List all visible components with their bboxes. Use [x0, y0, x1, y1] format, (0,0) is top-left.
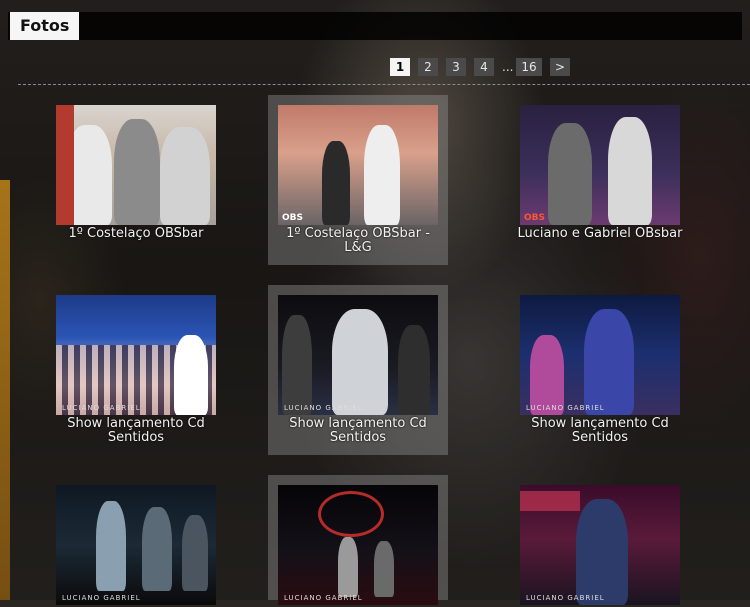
gallery-caption[interactable]: Show lançamento Cd Sentidos	[268, 415, 448, 445]
header-divider	[18, 84, 750, 85]
page-16-button[interactable]: 16	[516, 58, 542, 76]
page-1-button[interactable]: 1	[390, 58, 410, 76]
gallery-thumbnail[interactable]: OBS	[278, 105, 438, 225]
next-page-button[interactable]: >	[550, 58, 570, 76]
gallery-caption[interactable]: 1º Costelaço OBSbar	[46, 225, 226, 241]
gallery-item[interactable]: LUCIANO GABRIEL	[46, 475, 226, 607]
pagination: 1 2 3 4 ... 16 >	[390, 58, 570, 76]
gallery-item[interactable]: 1º Costelaço OBSbar	[46, 95, 226, 241]
gallery-thumbnail[interactable]: LUCIANO GABRIEL	[56, 485, 216, 605]
gallery-thumbnail[interactable]: LUCIANO GABRIEL	[278, 295, 438, 415]
left-edge-decoration	[0, 180, 10, 600]
gallery-thumbnail[interactable]: LUCIANO GABRIEL	[520, 485, 680, 605]
gallery-caption[interactable]: Show lançamento Cd Sentidos	[46, 415, 226, 445]
gallery-item[interactable]: LUCIANO GABRIEL	[510, 475, 690, 607]
page-2-button[interactable]: 2	[418, 58, 438, 76]
page-3-button[interactable]: 3	[446, 58, 466, 76]
gallery-thumbnail[interactable]: LUCIANO GABRIEL	[278, 485, 438, 605]
gallery-item[interactable]: LUCIANO GABRIEL Show lançamento Cd Senti…	[268, 285, 448, 455]
pagination-ellipsis: ...	[502, 60, 514, 74]
gallery-item[interactable]: LUCIANO GABRIEL	[268, 475, 448, 605]
gallery-caption[interactable]: Luciano e Gabriel OBsbar	[510, 225, 690, 241]
gallery-item[interactable]: OBS Luciano e Gabriel OBsbar	[510, 95, 690, 241]
gallery-thumbnail[interactable]: LUCIANO GABRIEL	[56, 295, 216, 415]
gallery-thumbnail[interactable]: LUCIANO GABRIEL	[520, 295, 680, 415]
section-header-bar	[8, 12, 742, 40]
gallery-item[interactable]: LUCIANO GABRIEL Show lançamento Cd Senti…	[46, 285, 226, 445]
gallery-caption[interactable]: 1º Costelaço OBSbar - L&G	[268, 225, 448, 255]
gallery-caption[interactable]: Show lançamento Cd Sentidos	[510, 415, 690, 445]
gallery-item[interactable]: LUCIANO GABRIEL Show lançamento Cd Senti…	[510, 285, 690, 445]
page-4-button[interactable]: 4	[474, 58, 494, 76]
gallery-thumbnail[interactable]	[56, 105, 216, 225]
gallery-thumbnail[interactable]: OBS	[520, 105, 680, 225]
gallery-item[interactable]: OBS 1º Costelaço OBSbar - L&G	[268, 95, 448, 265]
section-title: Fotos	[10, 12, 80, 40]
